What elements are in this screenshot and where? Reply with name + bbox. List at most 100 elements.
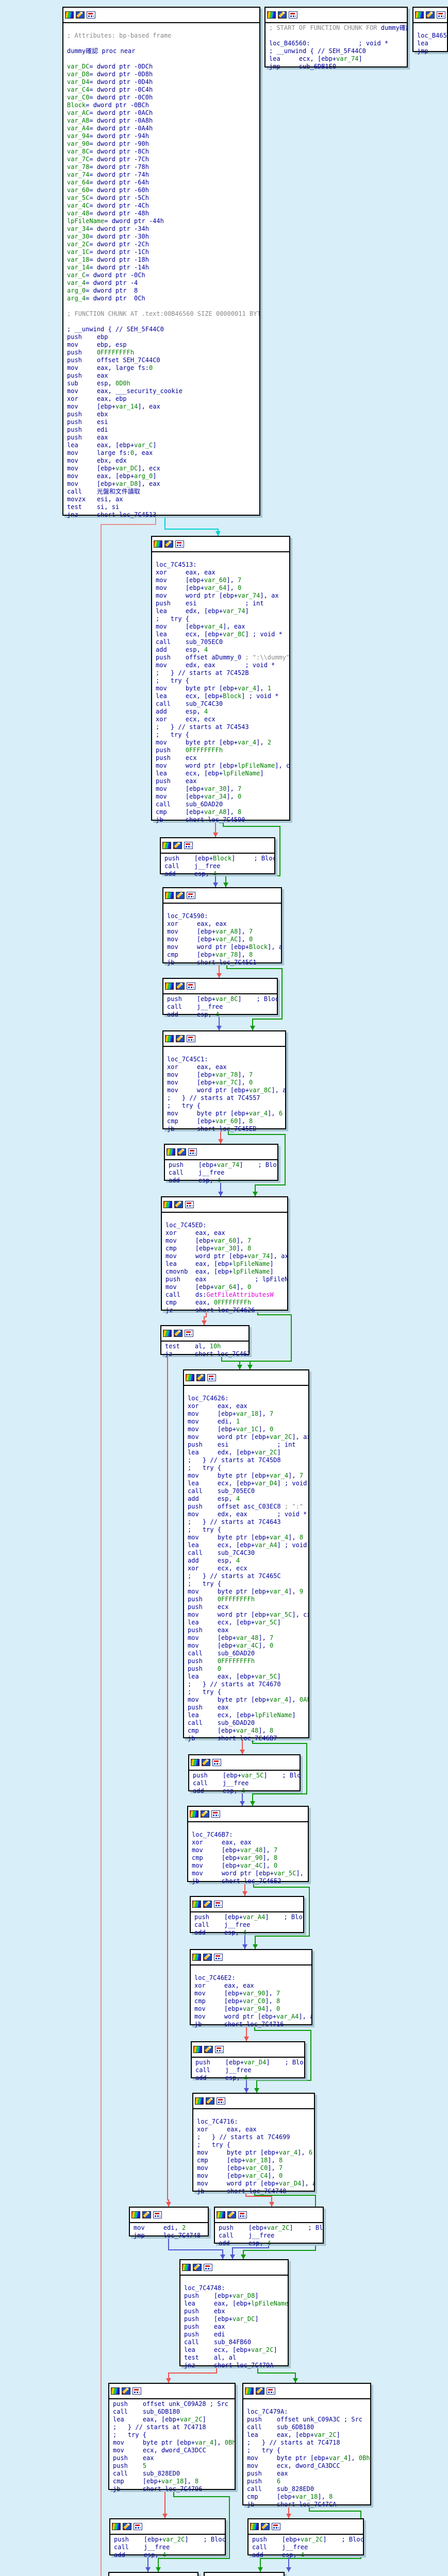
node-edit-icon[interactable]: [196, 1374, 205, 1381]
node-color-icon[interactable]: [217, 2211, 225, 2218]
node-group-icon[interactable]: [132, 2387, 141, 2395]
graph-node-free-var_2C-b[interactable]: push [ebp+var_2C] ; Blockcall j__freeadd…: [109, 2518, 226, 2555]
node-edit-icon[interactable]: [176, 982, 185, 990]
node-color-icon[interactable]: [163, 1201, 172, 1208]
node-title-bar[interactable]: [163, 1031, 285, 1047]
node-edit-icon[interactable]: [278, 11, 287, 19]
node-group-icon[interactable]: [187, 982, 195, 990]
node-title-bar[interactable]: [248, 2519, 363, 2535]
node-title-bar[interactable]: [152, 537, 289, 552]
node-edit-icon[interactable]: [256, 2387, 264, 2395]
node-group-icon[interactable]: [437, 11, 445, 19]
graph-node-loc_7C4748[interactable]: loc_7C4748:push [ebp+var_D8]lea eax, [eb…: [179, 2259, 289, 2366]
node-edit-icon[interactable]: [173, 842, 182, 849]
node-color-icon[interactable]: [111, 2387, 120, 2395]
node-group-icon[interactable]: [214, 1954, 223, 1961]
node-title-bar[interactable]: [161, 1326, 248, 1342]
node-color-icon[interactable]: [190, 1810, 198, 1818]
node-group-icon[interactable]: [215, 2046, 224, 2053]
node-group-icon[interactable]: [185, 1201, 194, 1208]
node-color-icon[interactable]: [250, 2523, 259, 2530]
node-color-icon[interactable]: [193, 2046, 202, 2053]
node-edit-icon[interactable]: [176, 892, 185, 899]
node-edit-icon[interactable]: [261, 2523, 270, 2530]
graph-node-free-var_2C-c[interactable]: push [ebp+var_2C] ; Blockcall j__freeadd…: [247, 2518, 364, 2555]
graph-node-loc_7C4716[interactable]: loc_7C4716:xor eax, eax; } // starts at …: [192, 2093, 315, 2192]
node-group-icon[interactable]: [153, 2211, 162, 2218]
graph-node-free-var_8C[interactable]: push [ebp+var_8C] ; Blockcall j__freeadd…: [162, 978, 278, 1015]
node-group-icon[interactable]: [204, 2264, 212, 2271]
node-color-icon[interactable]: [191, 1759, 200, 1766]
node-group-icon[interactable]: [184, 842, 193, 849]
node-color-icon[interactable]: [245, 2387, 254, 2395]
node-edit-icon[interactable]: [202, 1759, 210, 1766]
node-title-bar[interactable]: [165, 1145, 277, 1160]
node-color-icon[interactable]: [165, 892, 174, 899]
node-group-icon[interactable]: [134, 2523, 142, 2530]
graph-node-loc_7C46E2[interactable]: loc_7C46E2:xor eax, eaxmov [ebp+var_90],…: [190, 1949, 312, 2025]
graph-node-free-Block[interactable]: push [ebp+Block] ; Blockcall j__freeadd …: [160, 837, 275, 874]
node-edit-icon[interactable]: [204, 2046, 213, 2053]
node-title-bar[interactable]: [109, 2384, 235, 2399]
node-title-bar[interactable]: [243, 2384, 370, 2399]
node-group-icon[interactable]: [185, 1330, 193, 1337]
graph-node-loc_7C4590[interactable]: loc_7C4590:xor eax, eaxmov [ebp+var_A8],…: [162, 887, 282, 963]
graph-node-chunk-B46560[interactable]: ; START OF FUNCTION CHUNK FOR dummy確認 lo…: [264, 7, 408, 67]
node-color-icon[interactable]: [192, 1901, 201, 1908]
node-group-icon[interactable]: [87, 11, 95, 19]
node-color-icon[interactable]: [192, 1954, 201, 1961]
node-color-icon[interactable]: [163, 1330, 172, 1337]
node-title-bar[interactable]: [162, 1197, 287, 1213]
node-title-bar[interactable]: [184, 1370, 308, 1386]
node-title-bar[interactable]: [161, 838, 274, 854]
node-edit-icon[interactable]: [203, 1901, 212, 1908]
node-title-bar[interactable]: [180, 2260, 288, 2276]
node-color-icon[interactable]: [167, 1148, 175, 1156]
node-edit-icon[interactable]: [203, 1954, 212, 1961]
node-edit-icon[interactable]: [201, 1810, 209, 1818]
node-color-icon[interactable]: [415, 11, 424, 19]
graph-node-mov-edi-2[interactable]: mov edi, 2jmp loc_7C4748: [129, 2207, 209, 2236]
node-title-bar[interactable]: [130, 2208, 208, 2223]
node-edit-icon[interactable]: [227, 2211, 236, 2218]
node-title-bar[interactable]: [205, 2573, 284, 2576]
node-group-icon[interactable]: [207, 1374, 216, 1381]
graph-node-loc_7C47CA[interactable]: loc_7C47CA:mov bl, 1: [204, 2572, 285, 2576]
node-edit-icon[interactable]: [174, 1201, 183, 1208]
graph-node-loc_7C45C1[interactable]: loc_7C45C1:xor eax, eaxmov [ebp+var_78],…: [162, 1030, 286, 1129]
node-edit-icon[interactable]: [76, 11, 85, 19]
node-color-icon[interactable]: [182, 2264, 191, 2271]
graph-node-loc_7C4513[interactable]: loc_7C4513:xor eax, eaxmov [ebp+var_60],…: [151, 536, 290, 821]
graph-node-loc_7C4796[interactable]: loc_7C4796:xor bl, bljmp short loc_7C47C…: [108, 2572, 198, 2576]
node-title-bar[interactable]: [413, 8, 447, 23]
node-color-icon[interactable]: [131, 2211, 140, 2218]
node-edit-icon[interactable]: [193, 2264, 202, 2271]
graph-node-free-var_A4[interactable]: push [ebp+var_A4] ; Blockcall j__freeadd…: [190, 1896, 304, 1933]
node-title-bar[interactable]: [163, 888, 281, 904]
node-group-icon[interactable]: [267, 2387, 275, 2395]
node-edit-icon[interactable]: [122, 2387, 130, 2395]
graph-node-loc_7C45ED[interactable]: loc_7C45ED:xor eax, eaxmov [ebp+var_60],…: [161, 1196, 288, 1311]
node-title-bar[interactable]: [215, 2208, 323, 2223]
node-title-bar[interactable]: [63, 8, 259, 23]
node-color-icon[interactable]: [186, 1374, 194, 1381]
graph-node-chunk-B46568[interactable]: loc_B46568:lea ecx, [ebp+var_74]jmp sub_…: [412, 7, 448, 52]
graph-node-loc_7C479A[interactable]: loc_7C479A:push offset unk_C09A3C ; Srcc…: [242, 2383, 371, 2505]
node-edit-icon[interactable]: [123, 2523, 131, 2530]
node-edit-icon[interactable]: [174, 1330, 182, 1337]
node-edit-icon[interactable]: [142, 2211, 151, 2218]
node-group-icon[interactable]: [187, 892, 195, 899]
node-color-icon[interactable]: [112, 2523, 121, 2530]
node-title-bar[interactable]: [189, 1755, 300, 1771]
node-group-icon[interactable]: [175, 540, 184, 548]
node-color-icon[interactable]: [267, 11, 276, 19]
graph-node-test-al-10h[interactable]: test al, 10hjz short loc_7C4626: [160, 1325, 250, 1355]
graph-node-free-var_2C-a[interactable]: push [ebp+var_2C] ; Blockcall j__freeadd…: [214, 2207, 324, 2244]
node-group-icon[interactable]: [187, 1035, 195, 1042]
node-edit-icon[interactable]: [164, 540, 173, 548]
node-group-icon[interactable]: [238, 2211, 247, 2218]
node-edit-icon[interactable]: [177, 1148, 186, 1156]
node-group-icon[interactable]: [214, 1901, 223, 1908]
node-title-bar[interactable]: [109, 2573, 197, 2576]
node-title-bar[interactable]: [192, 2042, 304, 2058]
